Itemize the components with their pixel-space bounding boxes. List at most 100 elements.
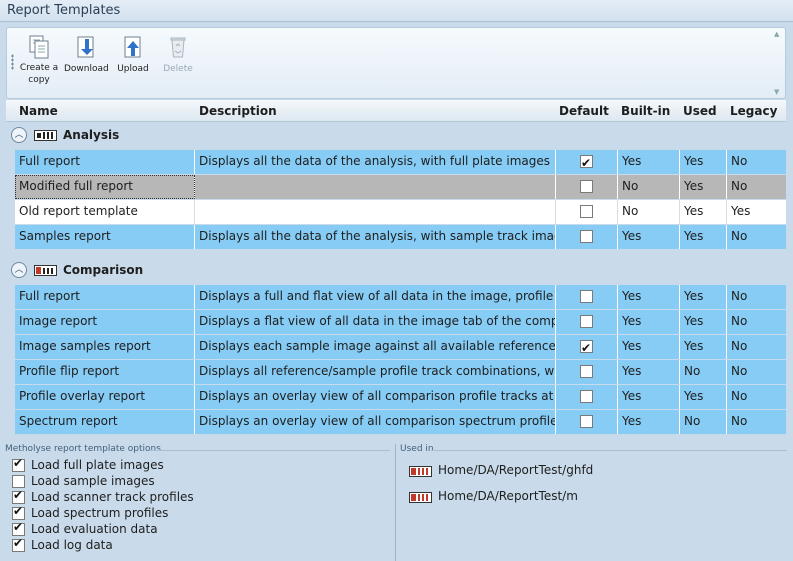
analysis-document-icon <box>409 492 432 503</box>
used-in-pane: Used in Home/DA/ReportTest/ghfd Home/DA/… <box>397 444 793 561</box>
used-in-path: Home/DA/ReportTest/ghfd <box>438 463 594 477</box>
used-in-title: Used in <box>400 444 434 454</box>
group-analysis: ︿ Analysis <box>6 124 786 146</box>
default-checkbox[interactable] <box>580 390 593 403</box>
comparison-icon <box>34 265 57 276</box>
cell-used: No <box>680 410 727 434</box>
default-checkbox[interactable] <box>580 152 593 174</box>
cell-legacy: No <box>727 385 786 409</box>
group-name: Analysis <box>63 128 120 142</box>
option-label: Load log data <box>31 538 113 552</box>
collapse-chevron-icon[interactable]: ︿ <box>11 262 27 278</box>
cell-name: Profile overlay report <box>15 385 195 409</box>
cell-used: Yes <box>680 225 727 249</box>
option-checkbox[interactable] <box>12 456 25 472</box>
scroll-up-icon[interactable]: ▲ <box>774 30 779 38</box>
cell-description: Displays an overlay view of all comparis… <box>195 410 556 434</box>
cell-default <box>556 285 618 309</box>
scroll-down-icon[interactable]: ▼ <box>774 88 779 96</box>
table-row[interactable]: Image samples report Displays each sampl… <box>15 335 786 359</box>
cell-builtin: Yes <box>618 360 680 384</box>
template-options-pane: Metholyse report template options Load f… <box>0 444 396 561</box>
option-label: Load sample images <box>31 474 155 488</box>
toolbar-scroll[interactable]: ▲ ▼ <box>773 30 783 96</box>
option-checkbox[interactable] <box>12 488 25 504</box>
cell-legacy: Yes <box>727 200 786 224</box>
column-header-builtin[interactable]: Built-in <box>621 104 670 118</box>
table-row[interactable]: Full report Displays a full and flat vie… <box>15 285 786 309</box>
cell-legacy: No <box>727 310 786 334</box>
options-pane-title: Metholyse report template options <box>5 444 161 454</box>
toolbar-grip[interactable] <box>11 54 14 70</box>
create-copy-label-line1: Create a <box>19 63 59 73</box>
option-checkbox[interactable] <box>12 475 25 488</box>
cell-name: Old report template <box>15 200 195 224</box>
option-label: Load scanner track profiles <box>31 490 194 504</box>
cell-builtin: No <box>618 200 680 224</box>
cell-name: Profile flip report <box>15 360 195 384</box>
table-row[interactable]: Full report Displays all the data of the… <box>15 150 786 174</box>
cell-builtin: Yes <box>618 150 680 174</box>
cell-description: Displays all the data of the analysis, w… <box>195 150 556 174</box>
cell-name: Full report <box>15 285 195 309</box>
column-header-used[interactable]: Used <box>683 104 717 118</box>
option-label: Load full plate images <box>31 458 164 472</box>
table-row[interactable]: Samples report Displays all the data of … <box>15 225 786 249</box>
option-checkbox[interactable] <box>12 504 25 520</box>
cell-builtin: Yes <box>618 385 680 409</box>
collapse-chevron-icon[interactable]: ︿ <box>11 127 27 143</box>
divider <box>431 450 787 451</box>
cell-used: Yes <box>680 385 727 409</box>
default-checkbox[interactable] <box>580 315 593 328</box>
column-header-legacy[interactable]: Legacy <box>730 104 777 118</box>
table-row[interactable]: Profile flip report Displays all referen… <box>15 360 786 384</box>
cell-legacy: No <box>727 285 786 309</box>
option-checkbox[interactable] <box>12 520 25 536</box>
window-title: Report Templates <box>7 3 121 18</box>
default-checkbox[interactable] <box>580 290 593 303</box>
delete-label: Delete <box>163 64 193 74</box>
delete-button[interactable]: Delete <box>156 34 200 92</box>
group-comparison: ︿ Comparison <box>6 259 786 281</box>
table-row[interactable]: Image report Displays a flat view of all… <box>15 310 786 334</box>
cell-legacy: No <box>727 410 786 434</box>
download-button[interactable]: Download <box>64 34 109 92</box>
cell-legacy: No <box>727 150 786 174</box>
option-checkbox[interactable] <box>12 536 25 552</box>
cell-name: Samples report <box>15 225 195 249</box>
default-checkbox[interactable] <box>580 337 593 359</box>
cell-description: Displays an overlay view of all comparis… <box>195 385 556 409</box>
report-templates-grid: Name Description Default Built-in Used L… <box>6 100 786 437</box>
cell-used: Yes <box>680 200 727 224</box>
default-checkbox[interactable] <box>580 415 593 428</box>
cell-used: Yes <box>680 285 727 309</box>
cell-default <box>556 200 618 224</box>
create-copy-button[interactable]: Create a copy <box>17 34 61 92</box>
column-header-description[interactable]: Description <box>199 104 277 118</box>
table-row[interactable]: Profile overlay report Displays an overl… <box>15 385 786 409</box>
default-checkbox[interactable] <box>580 230 593 243</box>
cell-builtin: Yes <box>618 410 680 434</box>
cell-default <box>556 150 618 174</box>
default-checkbox[interactable] <box>580 180 593 193</box>
cell-legacy: No <box>727 225 786 249</box>
analysis-icon <box>34 130 57 141</box>
upload-button[interactable]: Upload <box>111 34 155 92</box>
cell-builtin: Yes <box>618 285 680 309</box>
cell-default <box>556 360 618 384</box>
cell-default <box>556 175 618 199</box>
default-checkbox[interactable] <box>580 365 593 378</box>
used-in-path: Home/DA/ReportTest/m <box>438 489 578 503</box>
toolbar: Create a copy Download Upload Delete ▲ ▼ <box>6 27 786 99</box>
copy-document-icon <box>29 35 49 59</box>
default-checkbox[interactable] <box>580 205 593 218</box>
table-row-selected[interactable]: Modified full report No Yes No <box>15 175 786 199</box>
table-row[interactable]: Spectrum report Displays an overlay view… <box>15 410 786 434</box>
column-header-name[interactable]: Name <box>19 104 58 118</box>
cell-name: Image report <box>15 310 195 334</box>
table-row[interactable]: Old report template No Yes Yes <box>15 200 786 224</box>
cell-builtin: Yes <box>618 335 680 359</box>
cell-used: Yes <box>680 310 727 334</box>
column-header-default[interactable]: Default <box>559 104 609 118</box>
divider <box>150 450 390 451</box>
